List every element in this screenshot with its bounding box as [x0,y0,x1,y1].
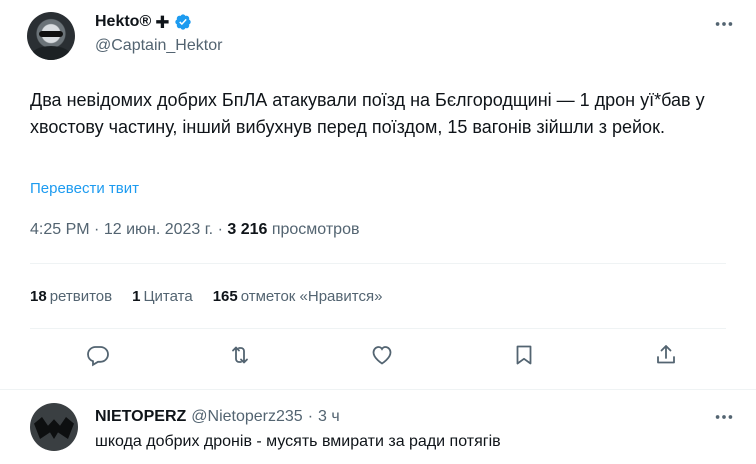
reply-author-handle[interactable]: @Nietoperz235 [191,408,302,426]
action-bar [0,343,756,373]
divider [0,389,756,390]
meta-separator: · [217,221,223,238]
likes-stat[interactable]: 165 отметок «Нравится» [213,288,383,305]
reply-author-name[interactable]: NIETOPERZ [95,408,186,426]
share-icon [657,345,675,364]
author-name[interactable]: Hekto® ✚ [95,13,192,31]
author-display-name[interactable]: Hekto® [95,13,151,31]
engagement-stats: 18 ретвитов 1 Цитата 165 отметок «Нравится» [30,288,402,305]
reply-time[interactable]: 3 ч [318,408,340,426]
translate-link[interactable]: Перевести твит [30,180,139,197]
views-label[interactable]: просмотров [272,221,360,238]
reply-author-avatar[interactable] [30,403,78,451]
name-cross-symbol: ✚ [155,12,170,32]
divider [30,328,726,329]
reply-more-options-icon[interactable] [713,406,735,428]
tweet-time[interactable]: 4:25 PM [30,221,90,238]
tweet-date[interactable]: 12 июн. 2023 г. [104,221,213,238]
share-button[interactable] [654,343,680,369]
like-button[interactable] [370,343,396,369]
bat-image [34,417,74,439]
retweet-icon [232,346,248,364]
more-options-icon[interactable] [713,13,735,35]
avatar-shoulders [31,46,71,60]
retweet-button[interactable] [228,343,254,369]
verified-badge-icon [174,14,191,30]
tweet-text: Два невідомих добрих БпЛА атакували поїз… [30,90,705,137]
avatar-visor [39,31,63,37]
like-icon [372,346,392,365]
tweet-meta: 4:25 PM · 12 июн. 2023 г. · 3 216 просмо… [30,221,359,239]
likes-count: 165 [212,288,238,305]
likes-label: отметок «Нравится» [240,288,383,305]
quotes-label: Цитата [143,288,193,305]
retweets-label: ретвитов [49,288,113,305]
reply-text: шкода добрих дронів - мусять вмирати за … [95,433,501,450]
reply-separator: · [307,408,314,425]
reply-icon [87,346,109,367]
meta-separator: · [94,221,100,238]
author-avatar[interactable] [27,12,75,60]
retweets-count: 18 [30,288,47,305]
views-count[interactable]: 3 216 [227,221,267,238]
bookmark-button[interactable] [512,343,538,369]
divider [30,263,726,264]
reply-header: NIETOPERZ @Nietoperz235 · 3 ч [95,408,340,426]
bookmark-icon [516,345,532,365]
retweets-stat[interactable]: 18 ретвитов [30,288,112,305]
quotes-count: 1 [132,288,141,305]
reply-button[interactable] [86,343,112,369]
quotes-stat[interactable]: 1 Цитата [132,288,193,305]
author-handle[interactable]: @Captain_Hektor [95,37,222,55]
